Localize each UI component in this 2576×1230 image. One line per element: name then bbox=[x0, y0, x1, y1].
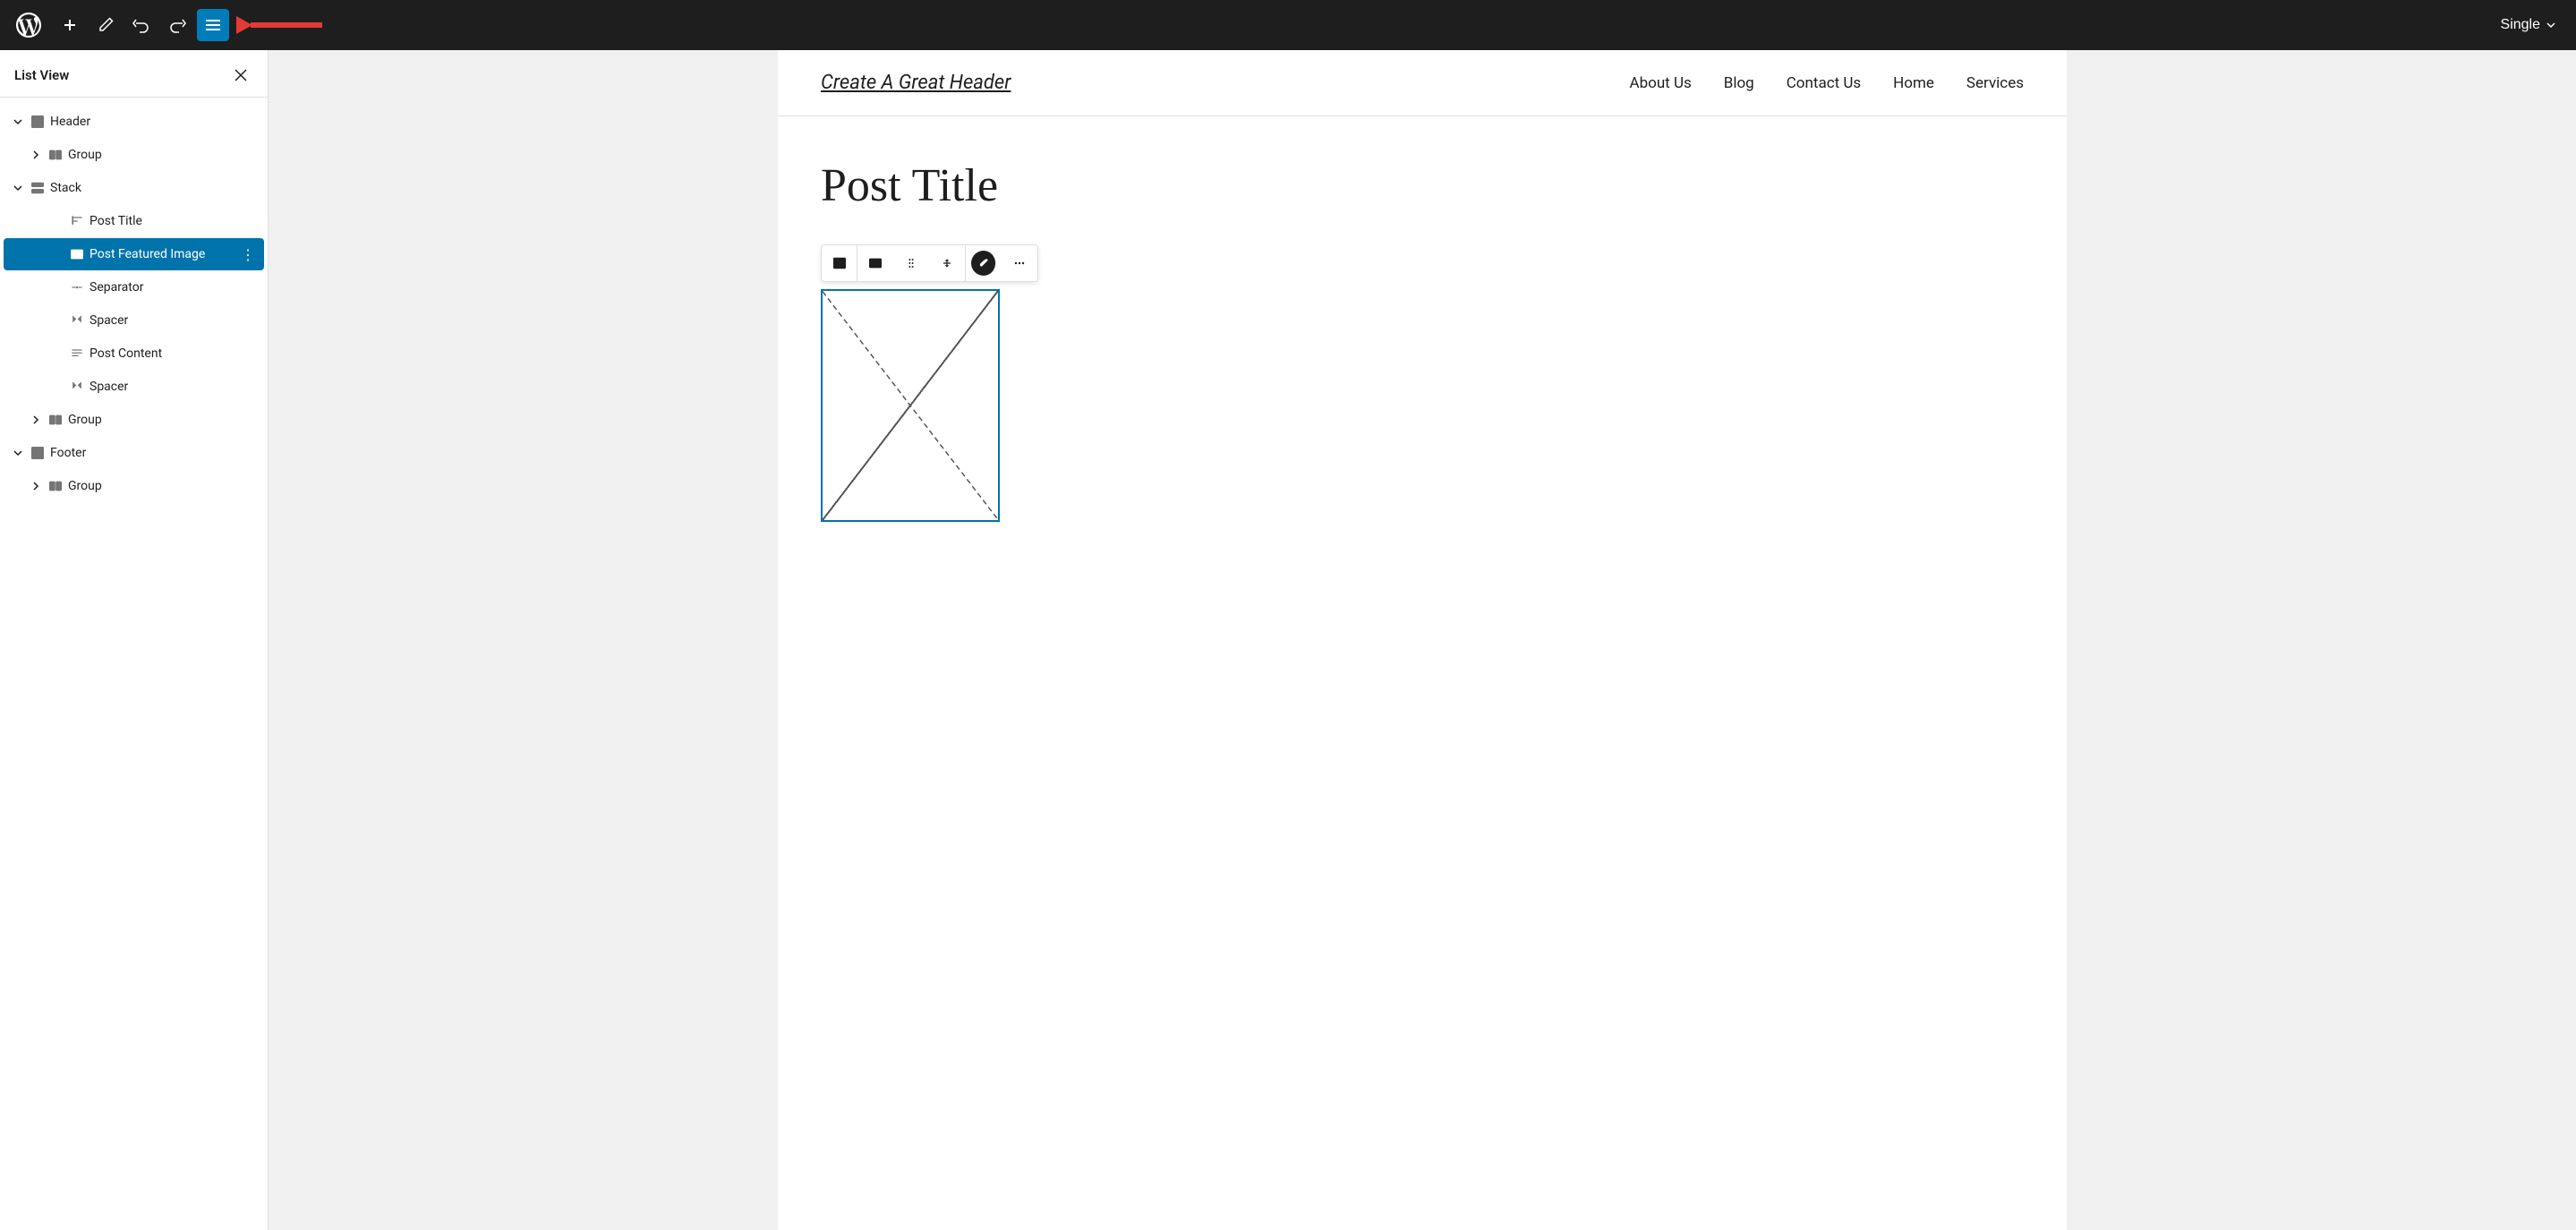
wordpress-logo[interactable] bbox=[11, 7, 47, 43]
sidebar-item-post-featured-image[interactable]: Post Featured Image ⋮ bbox=[4, 238, 264, 270]
list-view-sidebar: List View Header bbox=[0, 50, 269, 1230]
footer-icon bbox=[29, 444, 47, 462]
redo-button[interactable] bbox=[161, 9, 193, 41]
canvas-inner: Create A Great Header About Us Blog Cont… bbox=[778, 50, 2067, 1230]
separator-icon bbox=[68, 278, 86, 296]
block-toolbar-style-button[interactable] bbox=[971, 251, 996, 276]
stack-icon bbox=[29, 179, 47, 197]
post-title-display: Post Title bbox=[821, 159, 2024, 212]
main-layout: List View Header bbox=[0, 50, 2576, 1230]
title-icon bbox=[68, 212, 86, 230]
list-view-button[interactable] bbox=[197, 9, 229, 41]
post-area: Post Title bbox=[778, 116, 2067, 565]
undo-button[interactable] bbox=[125, 9, 158, 41]
image-icon bbox=[68, 245, 86, 263]
content-icon bbox=[68, 345, 86, 363]
sidebar-item-post-content[interactable]: Post Content bbox=[4, 337, 264, 370]
template-icon bbox=[29, 113, 47, 131]
nav-item-about[interactable]: About Us bbox=[1629, 74, 1691, 92]
sidebar-item-footer[interactable]: Footer bbox=[4, 437, 264, 469]
sidebar-item-label: Post Content bbox=[90, 346, 257, 361]
nav-item-contact[interactable]: Contact Us bbox=[1787, 74, 1861, 92]
sidebar-item-label: Post Featured Image bbox=[90, 247, 235, 261]
block-toolbar bbox=[821, 244, 1038, 282]
site-navigation: About Us Blog Contact Us Home Services bbox=[1629, 74, 2024, 92]
edit-tool-button[interactable] bbox=[90, 9, 122, 41]
featured-image-block bbox=[821, 244, 2024, 522]
list-view-tree: Header Group Stack bbox=[0, 98, 268, 1230]
block-toolbar-move-button[interactable] bbox=[929, 245, 965, 281]
sidebar-item-spacer-1[interactable]: Spacer bbox=[4, 304, 264, 337]
sidebar-item-label: Group bbox=[68, 148, 257, 162]
sidebar-item-group-2[interactable]: Group bbox=[4, 404, 264, 436]
red-arrow-annotation bbox=[236, 16, 322, 34]
sidebar-item-label: Footer bbox=[50, 446, 257, 460]
sidebar-item-label: Spacer bbox=[90, 313, 257, 328]
group-icon bbox=[47, 411, 64, 429]
chevron-right-icon bbox=[29, 148, 43, 162]
block-toolbar-drag-button[interactable] bbox=[893, 245, 929, 281]
block-toolbar-more-button[interactable] bbox=[1002, 245, 1037, 281]
spacer-icon bbox=[68, 312, 86, 329]
sidebar-item-label: Header bbox=[50, 115, 257, 129]
chevron-right-icon bbox=[29, 479, 43, 493]
chevron-right-icon bbox=[29, 413, 43, 427]
sidebar-item-label: Stack bbox=[50, 181, 257, 195]
more-options-icon[interactable]: ⋮ bbox=[239, 245, 257, 263]
nav-item-blog[interactable]: Blog bbox=[1724, 74, 1754, 92]
sidebar-item-label: Post Title bbox=[90, 214, 257, 228]
sidebar-item-header[interactable]: Header bbox=[4, 106, 264, 138]
chevron-down-icon bbox=[11, 446, 25, 460]
nav-item-home[interactable]: Home bbox=[1893, 74, 1934, 92]
toolbar-right: Single bbox=[2492, 12, 2565, 38]
sidebar-item-label: Spacer bbox=[90, 380, 257, 394]
sidebar-item-group-1[interactable]: Group bbox=[4, 139, 264, 171]
sidebar-item-label: Group bbox=[68, 479, 257, 493]
sidebar-item-post-title[interactable]: Post Title bbox=[4, 205, 264, 237]
block-toolbar-group bbox=[857, 245, 966, 281]
add-block-button[interactable] bbox=[54, 9, 86, 41]
main-toolbar: Single bbox=[0, 0, 2576, 50]
chevron-down-icon bbox=[11, 115, 25, 129]
sidebar-item-separator[interactable]: Separator bbox=[4, 271, 264, 303]
editor-canvas: Create A Great Header About Us Blog Cont… bbox=[269, 50, 2576, 1230]
sidebar-title: List View bbox=[14, 67, 69, 83]
site-logo[interactable]: Create A Great Header bbox=[821, 72, 1011, 94]
sidebar-header: List View bbox=[0, 50, 268, 98]
nav-item-services[interactable]: Services bbox=[1966, 74, 2024, 92]
close-sidebar-button[interactable] bbox=[228, 63, 253, 88]
sidebar-item-label: Group bbox=[68, 413, 257, 427]
sidebar-item-spacer-2[interactable]: Spacer bbox=[4, 371, 264, 403]
block-toolbar-align-button[interactable] bbox=[822, 245, 857, 281]
sidebar-item-group-3[interactable]: Group bbox=[4, 470, 264, 502]
sidebar-item-label: Separator bbox=[90, 280, 257, 295]
site-header: Create A Great Header About Us Blog Cont… bbox=[778, 50, 2067, 116]
template-dropdown[interactable]: Single bbox=[2492, 12, 2565, 38]
chevron-down-icon bbox=[11, 181, 25, 195]
group-icon bbox=[47, 146, 64, 164]
group-icon bbox=[47, 477, 64, 495]
sidebar-item-stack[interactable]: Stack bbox=[4, 172, 264, 204]
block-toolbar-image-button[interactable] bbox=[857, 245, 893, 281]
featured-image-placeholder[interactable] bbox=[821, 289, 1000, 522]
spacer-icon bbox=[68, 378, 86, 396]
template-label: Single bbox=[2501, 17, 2540, 33]
